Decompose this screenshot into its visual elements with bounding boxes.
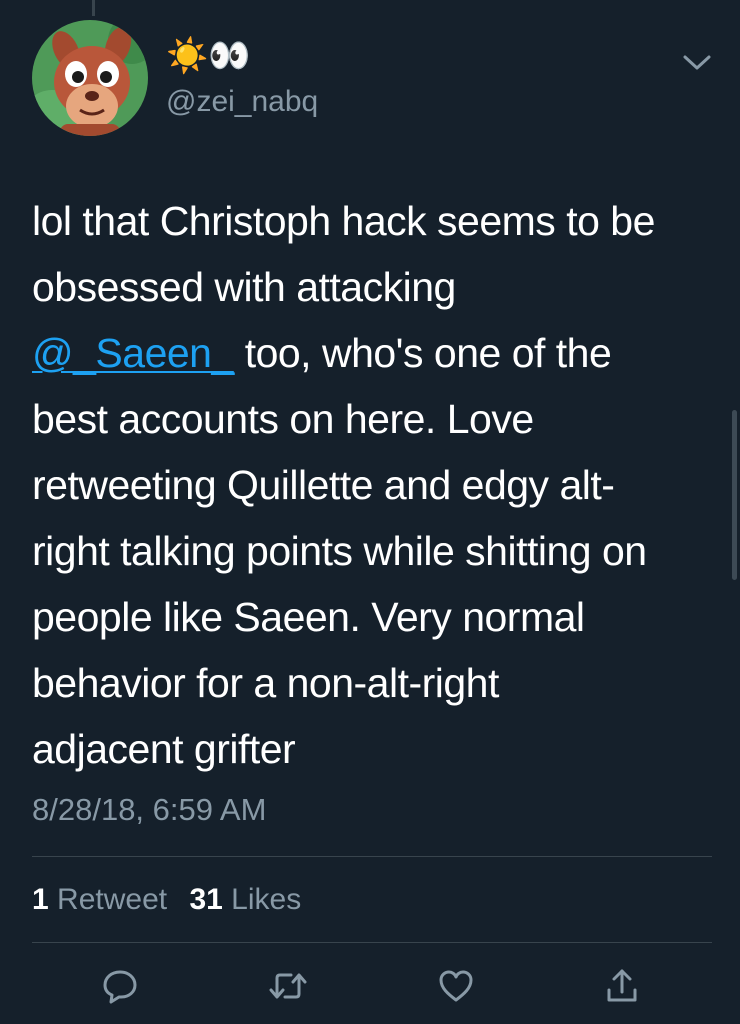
tweet-timestamp: 8/28/18, 6:59 AM [32,792,267,827]
scrollbar[interactable] [732,410,737,580]
display-name[interactable]: ☀️👀 [166,36,251,76]
user-handle[interactable]: @zei_nabq [166,84,318,120]
reply-button[interactable] [96,964,144,1012]
tweet-text-line: obsessed with attacking [32,264,456,310]
tweet-text-line: behavior for a non-alt-right [32,660,499,706]
share-button[interactable] [598,964,646,1012]
tweet-text-line: people like Saeen. Very normal [32,594,585,640]
likes-count: 31 [189,883,223,916]
tweet-text-line: lol that Christoph hack seems to be [32,198,655,244]
tweet-text-line: retweeting Quillette and edgy alt- [32,462,615,508]
retweet-icon [267,966,309,1011]
tweet-text: lol that Christoph hack seems to be obse… [32,188,722,782]
likes-stat[interactable]: 31 Likes [189,883,301,916]
likes-label: Likes [231,883,302,916]
tweet-text-line: adjacent grifter [32,726,296,772]
retweets-count: 1 [32,883,49,916]
avatar[interactable] [32,20,148,136]
retweets-stat[interactable]: 1 Retweet [32,883,167,916]
reply-icon [100,966,140,1011]
divider [32,856,712,857]
retweets-label: Retweet [57,883,168,916]
share-icon [602,966,642,1011]
like-button[interactable] [432,964,480,1012]
tweet-text-line: right talking points while shitting on [32,528,647,574]
tweet-detail-page: ☀️👀 @zei_nabq lol that Christoph hack se… [0,0,740,1024]
tweet-text-segment: too, who's one of the [244,330,612,376]
mention-link[interactable]: @_Saeen_ [32,330,234,376]
thread-connector-line [92,0,95,16]
divider [32,942,712,943]
action-bar [0,964,740,1012]
tweet-text-line: best accounts on here. Love [32,396,534,442]
engagement-stats: 1 Retweet 31 Likes [32,880,315,920]
retweet-button[interactable] [264,964,312,1012]
heart-icon [436,966,476,1011]
tweet-text-line: @_Saeen_ too, who's one of the [32,320,722,386]
chevron-down-icon[interactable] [680,48,714,76]
display-name-emoji: ☀️👀 [166,37,251,75]
